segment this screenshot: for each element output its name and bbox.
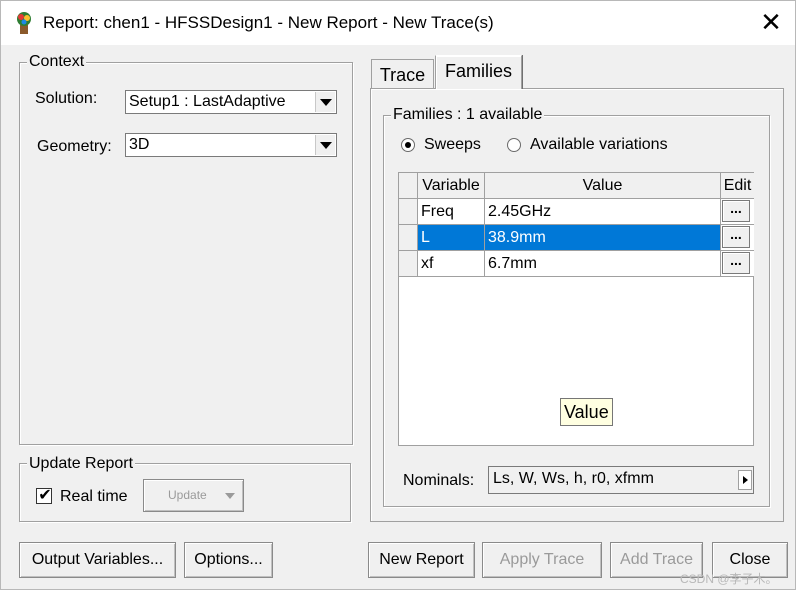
table-row-variable[interactable]: Freq <box>418 199 485 225</box>
available-variations-label: Available variations <box>530 136 668 153</box>
geometry-dropdown[interactable]: 3D <box>125 133 337 157</box>
table-row-value[interactable]: 6.7mm <box>485 251 721 277</box>
geometry-value: 3D <box>129 136 150 153</box>
families-group-title: Families : 1 available <box>391 106 545 124</box>
checkmark-icon: ✔ <box>38 487 52 504</box>
chevron-down-icon[interactable] <box>315 135 335 155</box>
solution-value: Setup1 : LastAdaptive <box>129 93 286 110</box>
nominals-field[interactable]: Ls, W, Ws, h, r0, xfmm <box>488 466 754 494</box>
row-header[interactable] <box>399 199 418 225</box>
solution-label: Solution: <box>35 90 98 107</box>
apply-trace-button[interactable]: Apply Trace <box>482 542 602 578</box>
table-row-edit-cell: ... <box>721 251 754 277</box>
table-row-variable[interactable]: xf <box>418 251 485 277</box>
report-dialog: Report: chen1 - HFSSDesign1 - New Report… <box>0 0 796 590</box>
tab-families[interactable]: Families <box>435 55 522 89</box>
column-header-value[interactable]: Value <box>485 173 721 199</box>
nominals-label: Nominals: <box>403 472 475 489</box>
sweeps-label: Sweeps <box>424 136 481 153</box>
row-header[interactable] <box>399 225 418 251</box>
geometry-label: Geometry: <box>37 138 112 155</box>
options-button[interactable]: Options... <box>184 542 273 578</box>
update-report-title: Update Report <box>27 455 136 473</box>
realtime-label: Real time <box>60 488 128 505</box>
tab-trace[interactable]: Trace <box>371 59 434 89</box>
table-row-edit-cell: ... <box>721 199 754 225</box>
hfss-app-icon <box>17 12 31 34</box>
available-variations-radio[interactable] <box>507 138 521 152</box>
sweeps-radio[interactable] <box>401 138 415 152</box>
new-report-button[interactable]: New Report <box>368 542 475 578</box>
realtime-checkbox[interactable]: ✔ <box>36 487 52 504</box>
context-group <box>19 62 353 445</box>
window-title: Report: chen1 - HFSSDesign1 - New Report… <box>43 13 494 32</box>
close-icon[interactable]: ✕ <box>757 9 785 37</box>
nominals-value: Ls, W, Ws, h, r0, xfmm <box>493 470 654 487</box>
table-row-variable[interactable]: L <box>418 225 485 251</box>
column-header-edit[interactable]: Edit <box>721 173 754 199</box>
value-tooltip: Value <box>560 398 613 426</box>
chevron-down-icon[interactable] <box>315 92 335 112</box>
column-header-variable[interactable]: Variable <box>418 173 485 199</box>
context-group-title: Context <box>27 53 87 71</box>
row-header[interactable] <box>399 251 418 277</box>
table-row-edit-cell: ... <box>721 225 754 251</box>
update-button-label: Update <box>168 488 207 502</box>
grid-corner-cell <box>399 173 418 199</box>
update-button[interactable]: Update <box>143 479 244 512</box>
chevron-down-icon <box>225 493 235 499</box>
output-variables-button[interactable]: Output Variables... <box>19 542 176 578</box>
edit-button[interactable]: ... <box>722 200 750 222</box>
solution-dropdown[interactable]: Setup1 : LastAdaptive <box>125 90 337 114</box>
chevron-right-icon[interactable] <box>738 470 752 490</box>
table-row-value[interactable]: 38.9mm <box>485 225 721 251</box>
edit-button[interactable]: ... <box>722 226 750 248</box>
edit-button[interactable]: ... <box>722 252 750 274</box>
title-bar[interactable]: Report: chen1 - HFSSDesign1 - New Report… <box>1 1 795 45</box>
table-row-value[interactable]: 2.45GHz <box>485 199 721 225</box>
watermark: CSDN @李子木。 <box>680 572 778 586</box>
